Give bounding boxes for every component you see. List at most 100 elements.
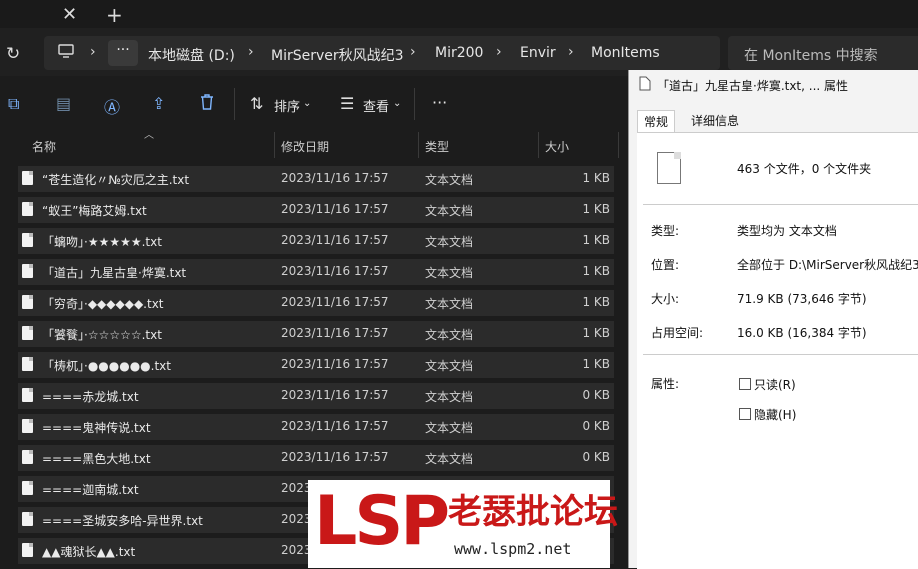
column-size[interactable]: 大小 — [545, 138, 569, 155]
watermark-name: 老瑟批论坛 — [448, 492, 618, 532]
file-size: 0 KB — [582, 388, 610, 402]
disk-size-value: 16.0 KB (16,384 字节) — [737, 326, 867, 340]
text-file-icon — [22, 202, 33, 216]
text-file-icon — [22, 264, 33, 278]
table-row[interactable]: “苍生造化〃№灾厄之主.txt 2023/11/16 17:57 文本文档 1 KB — [18, 166, 614, 192]
readonly-label[interactable]: 只读(R) — [754, 376, 796, 393]
table-row[interactable]: “蚁王”梅路艾姆.txt 2023/11/16 17:57 文本文档 1 KB — [18, 197, 614, 223]
file-name: 「螭吻」·★★★★★.txt — [42, 235, 162, 249]
tab-general[interactable]: 常规 — [637, 110, 676, 133]
table-row[interactable]: 「道古」九星古皇·烨寞.txt 2023/11/16 17:57 文本文档 1 KB — [18, 259, 614, 285]
view-chevron-down-icon[interactable]: ⌄ — [393, 98, 401, 109]
file-size: 1 KB — [582, 357, 610, 371]
breadcrumb-chevron: › — [496, 44, 502, 60]
table-row[interactable]: ====赤龙城.txt 2023/11/16 17:57 文本文档 0 KB — [18, 383, 614, 409]
file-date: 2023/11/16 17:57 — [281, 233, 389, 247]
rename-icon[interactable]: Ⓐ — [104, 94, 120, 118]
type-label: 类型: — [651, 224, 680, 238]
hidden-label[interactable]: 隐藏(H) — [754, 406, 796, 423]
readonly-checkbox[interactable] — [739, 378, 751, 390]
text-file-icon — [22, 388, 33, 402]
file-type: 文本文档 — [425, 266, 474, 280]
breadcrumb-envir[interactable]: Envir — [520, 45, 556, 61]
search-input[interactable]: 在 MonItems 中搜索 — [728, 36, 918, 70]
file-name: ====圣城安多哈-异世界.txt — [42, 514, 203, 528]
column-divider[interactable] — [274, 132, 275, 158]
file-date: 2023/11/16 17:57 — [281, 388, 389, 402]
file-date: 2023 — [281, 481, 312, 495]
delete-icon[interactable] — [200, 94, 214, 114]
breadcrumb-mir200[interactable]: Mir200 — [435, 45, 483, 61]
properties-dialog[interactable]: 「道古」九星古皇·烨寞.txt, ... 属性 常规 详细信息 463 个文件，… — [628, 70, 918, 569]
dialog-title: 「道古」九星古皇·烨寞.txt, ... 属性 — [657, 79, 849, 93]
paste-icon[interactable]: ▤ — [56, 94, 71, 113]
file-size: 0 KB — [582, 450, 610, 464]
multiple-files-icon — [657, 152, 681, 184]
file-type: 文本文档 — [425, 235, 474, 249]
column-divider[interactable] — [418, 132, 419, 158]
sort-ascending-icon: ︿ — [144, 130, 154, 141]
hidden-checkbox[interactable] — [739, 408, 751, 420]
copy-icon[interactable]: ⧉ — [8, 94, 19, 114]
breadcrumb-monitems[interactable]: MonItems — [591, 45, 660, 61]
sort-button[interactable]: 排序 — [274, 96, 300, 115]
table-row[interactable]: ====黑色大地.txt 2023/11/16 17:57 文本文档 0 KB — [18, 445, 614, 471]
column-date[interactable]: 修改日期 — [281, 138, 329, 155]
table-row[interactable]: 「穷奇」·◆◆◆◆◆◆.txt 2023/11/16 17:57 文本文档 1 KB — [18, 290, 614, 316]
share-icon[interactable]: ⇪ — [152, 94, 165, 113]
file-name: ====黑色大地.txt — [42, 452, 151, 466]
sort-icon[interactable]: ⇅ — [250, 94, 263, 113]
more-options-button[interactable]: ··· — [432, 93, 447, 112]
divider — [643, 354, 918, 355]
watermark-logo: LSP 老瑟批论坛 www.lspm2.net — [308, 480, 618, 568]
file-size: 1 KB — [582, 202, 610, 216]
file-date: 2023/11/16 17:57 — [281, 264, 389, 278]
sort-chevron-down-icon[interactable]: ⌄ — [303, 98, 311, 109]
file-type: 文本文档 — [425, 421, 474, 435]
close-tab-icon[interactable]: ✕ — [62, 4, 77, 25]
column-divider[interactable] — [618, 132, 619, 158]
text-file-icon — [22, 233, 33, 247]
text-file-icon — [22, 171, 33, 185]
file-name: ====迦南城.txt — [42, 483, 139, 497]
divider — [643, 204, 918, 205]
file-name: 「梼杌」·●●●●●●.txt — [42, 359, 171, 373]
file-size: 1 KB — [582, 171, 610, 185]
text-file-icon — [22, 326, 33, 340]
file-date: 2023/11/16 17:57 — [281, 295, 389, 309]
text-file-icon — [22, 295, 33, 309]
refresh-icon[interactable]: ↻ — [6, 44, 20, 64]
view-icon[interactable]: ☰ — [340, 94, 354, 113]
breadcrumb-more-button[interactable]: ··· — [108, 40, 138, 66]
file-count: 463 个文件，0 个文件夹 — [737, 162, 872, 176]
file-size: 0 KB — [582, 419, 610, 433]
general-panel — [637, 132, 918, 569]
file-size: 1 KB — [582, 326, 610, 340]
table-row[interactable]: 「梼杌」·●●●●●●.txt 2023/11/16 17:57 文本文档 1 KB — [18, 352, 614, 378]
breadcrumb-chevron: › — [568, 44, 574, 60]
search-placeholder: 在 MonItems 中搜索 — [744, 48, 878, 64]
size-value: 71.9 KB (73,646 字节) — [737, 292, 867, 306]
breadcrumb-drive[interactable]: 本地磁盘 (D:) — [148, 45, 235, 65]
text-file-icon — [22, 419, 33, 433]
table-row[interactable]: 「螭吻」·★★★★★.txt 2023/11/16 17:57 文本文档 1 KB — [18, 228, 614, 254]
new-tab-icon[interactable]: + — [106, 3, 123, 27]
breadcrumb-mirserver[interactable]: MirServer秋风战纪3 — [271, 45, 404, 65]
column-name[interactable]: 名称 — [32, 138, 56, 155]
file-type: 文本文档 — [425, 204, 474, 218]
tab-details[interactable]: 详细信息 — [685, 110, 745, 132]
watermark-url: www.lspm2.net — [454, 540, 572, 558]
file-type: 文本文档 — [425, 359, 474, 373]
column-type[interactable]: 类型 — [425, 138, 449, 155]
breadcrumb-chevron: › — [90, 44, 96, 60]
column-divider[interactable] — [538, 132, 539, 158]
file-size: 1 KB — [582, 233, 610, 247]
computer-icon[interactable] — [58, 44, 74, 63]
view-button[interactable]: 查看 — [363, 96, 389, 115]
file-date: 2023 — [281, 512, 312, 526]
table-row[interactable]: 「饕餮」·☆☆☆☆☆.txt 2023/11/16 17:57 文本文档 1 KB — [18, 321, 614, 347]
file-icon — [639, 76, 651, 95]
file-date: 2023 — [281, 543, 312, 557]
watermark-lsp: LSP — [314, 482, 450, 561]
table-row[interactable]: ====鬼神传说.txt 2023/11/16 17:57 文本文档 0 KB — [18, 414, 614, 440]
